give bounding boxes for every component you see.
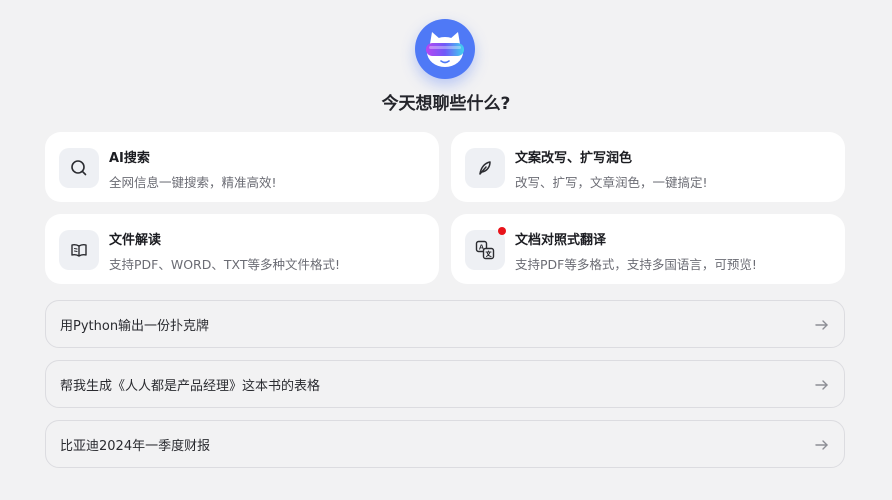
new-badge xyxy=(498,227,506,235)
arrow-right-icon xyxy=(815,440,828,450)
feature-card-rewrite[interactable]: 文案改写、扩写润色 改写、扩写，文章润色，一键搞定! xyxy=(451,132,845,202)
suggestion-item[interactable]: 帮我生成《人人都是产品经理》这本书的表格 xyxy=(45,360,845,408)
card-description: 改写、扩写，文章润色，一键搞定! xyxy=(515,175,708,190)
feature-card-file-reading[interactable]: 文件解读 支持PDF、WORD、TXT等多种文件格式! xyxy=(45,214,439,284)
card-title: 文件解读 xyxy=(109,233,162,248)
suggestion-text: 用Python输出一份扑克牌 xyxy=(60,319,210,334)
suggestion-item[interactable]: 用Python输出一份扑克牌 xyxy=(45,300,845,348)
card-description: 支持PDF、WORD、TXT等多种文件格式! xyxy=(109,257,340,272)
suggestion-item[interactable]: 比亚迪2024年一季度财报 xyxy=(45,420,845,468)
suggestion-text: 比亚迪2024年一季度财报 xyxy=(60,439,211,454)
open-book-icon xyxy=(59,230,99,270)
search-icon xyxy=(59,148,99,188)
mascot-logo-icon xyxy=(415,19,475,79)
chat-home-page: 今天想聊些什么? AI搜索 全网信息一键搜索，精准高效! 文案改写、扩写润色 改… xyxy=(0,0,892,500)
card-title: AI搜索 xyxy=(109,151,150,166)
card-title: 文案改写、扩写润色 xyxy=(515,151,633,166)
card-description: 全网信息一键搜索，精准高效! xyxy=(109,175,277,190)
card-title: 文档对照式翻译 xyxy=(515,233,607,248)
arrow-right-icon xyxy=(815,320,828,330)
feature-card-ai-search[interactable]: AI搜索 全网信息一键搜索，精准高效! xyxy=(45,132,439,202)
card-description: 支持PDF等多格式，支持多国语言，可预览! xyxy=(515,257,757,272)
page-title: 今天想聊些什么? xyxy=(381,94,511,114)
feature-card-translation[interactable]: A 文档对照式翻译 支持PDF等多格式，支持多国语言，可预览! xyxy=(451,214,845,284)
suggestion-text: 帮我生成《人人都是产品经理》这本书的表格 xyxy=(60,379,321,394)
quill-icon xyxy=(465,148,505,188)
translate-icon: A xyxy=(465,230,505,270)
arrow-right-icon xyxy=(815,380,828,390)
